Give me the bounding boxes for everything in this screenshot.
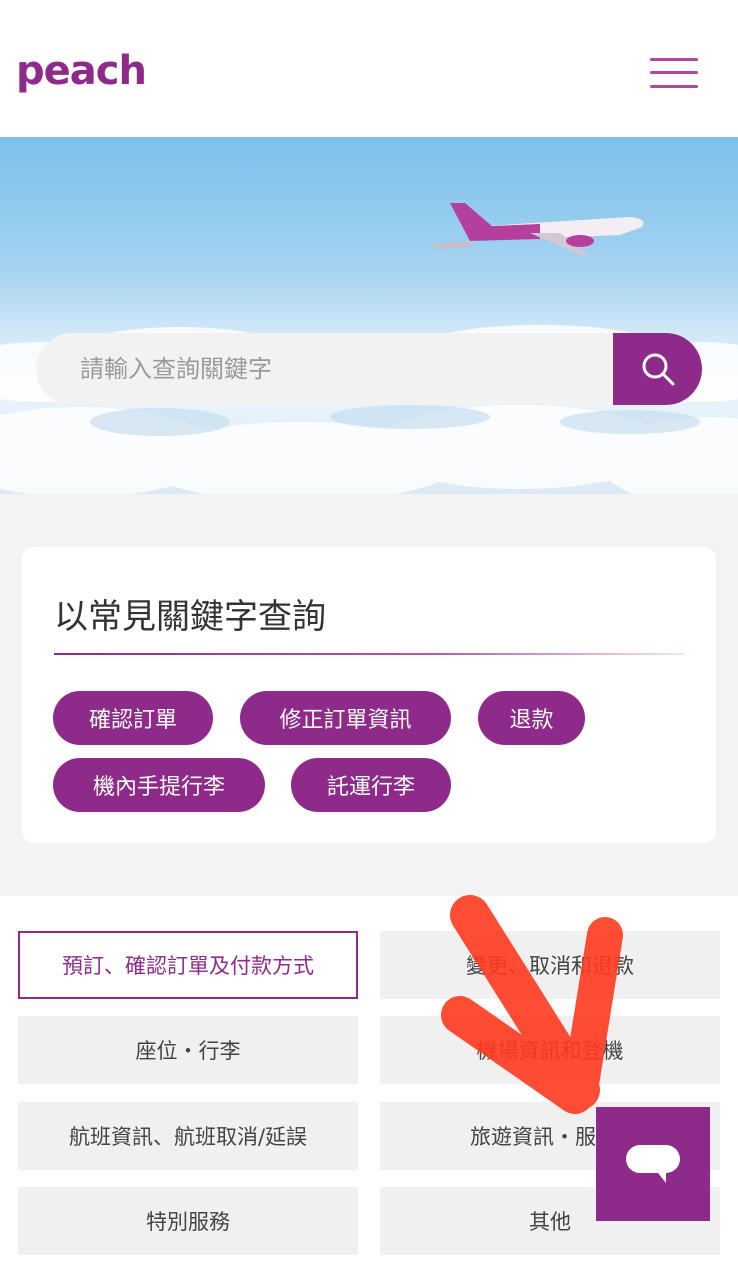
chat-button[interactable] — [596, 1107, 710, 1221]
hero-banner — [0, 137, 738, 494]
category-airport-boarding[interactable]: 機場資訊和登機 — [380, 1016, 720, 1084]
tag-refund[interactable]: 退款 — [478, 691, 585, 745]
category-change-cancel-refund[interactable]: 變更、取消和退款 — [380, 931, 720, 999]
site-header: peach — [0, 0, 738, 137]
tag-checked-baggage[interactable]: 託運行李 — [291, 758, 451, 812]
tag-confirm-booking[interactable]: 確認訂單 — [53, 691, 213, 745]
keyword-card: 以常見關鍵字查詢 確認訂單 修正訂單資訊 退款 機內手提行李 託運行李 — [22, 547, 716, 843]
airplane-image — [430, 203, 644, 255]
peach-logo[interactable]: peach — [16, 48, 147, 94]
category-flight-info[interactable]: 航班資訊、航班取消/延誤 — [18, 1102, 358, 1170]
search-bar — [36, 333, 702, 405]
category-seat-baggage[interactable]: 座位・行李 — [18, 1016, 358, 1084]
search-icon — [642, 353, 674, 386]
hamburger-menu-icon[interactable] — [650, 56, 700, 90]
tag-carry-on-baggage[interactable]: 機內手提行李 — [53, 758, 265, 812]
keyword-title: 以常見關鍵字查詢 — [54, 597, 326, 637]
tag-edit-booking-info[interactable]: 修正訂單資訊 — [240, 691, 451, 745]
category-grid: 預訂、確認訂單及付款方式 變更、取消和退款 座位・行李 機場資訊和登機 航班資訊… — [0, 896, 738, 1280]
keyword-divider — [54, 653, 684, 655]
search-button[interactable] — [613, 333, 702, 405]
category-booking-payment[interactable]: 預訂、確認訂單及付款方式 — [18, 931, 358, 999]
search-input[interactable] — [36, 333, 636, 405]
chat-bubble-icon — [626, 1145, 680, 1183]
category-special-service[interactable]: 特別服務 — [18, 1187, 358, 1255]
